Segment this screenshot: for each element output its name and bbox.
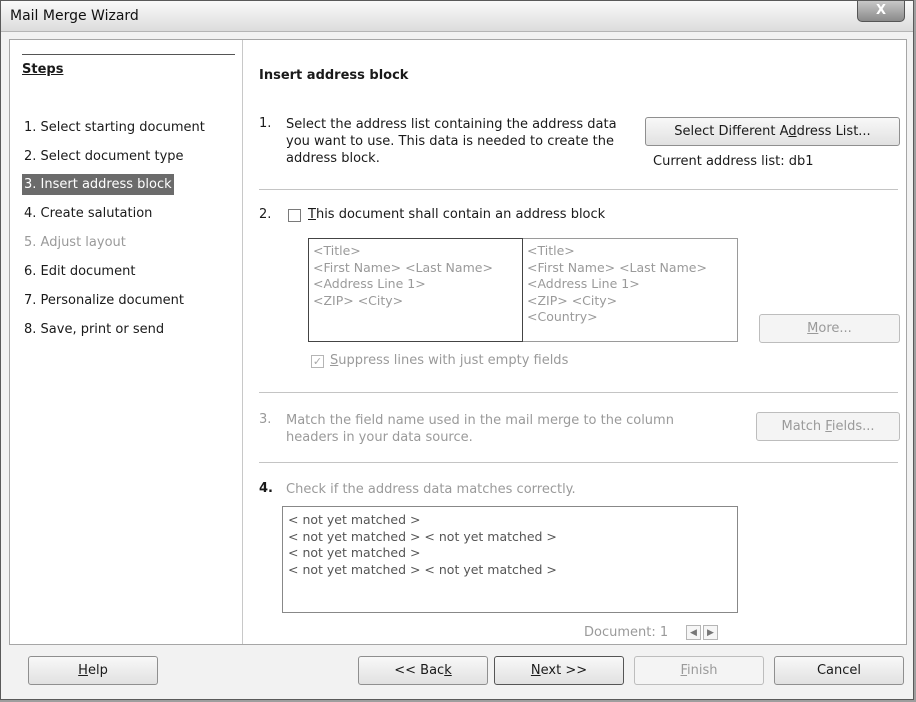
next-document-icon[interactable]: ▶ xyxy=(703,625,718,640)
address-match-preview: < not yet matched > < not yet matched > … xyxy=(282,506,738,613)
steps-heading: Steps xyxy=(22,54,235,80)
preview-line: <ZIP> <City> xyxy=(313,292,404,308)
step-item[interactable]: 3. Insert address block xyxy=(22,174,174,195)
back-button[interactable]: << Back xyxy=(358,656,488,685)
section3-text: Match the field name used in the mail me… xyxy=(286,412,674,446)
title-bar: Mail Merge Wizard X xyxy=(1,1,913,32)
mail-merge-wizard-window: Mail Merge Wizard X Steps 1. Select star… xyxy=(0,0,914,700)
preview-line: <Title> xyxy=(527,243,575,258)
section1-text-line: Select the address list containing the a… xyxy=(286,117,617,132)
step-item: 5. Adjust layout xyxy=(24,235,126,250)
preview-line: <Title> xyxy=(313,243,361,258)
match-line: < not yet matched > < not yet matched > xyxy=(288,528,557,544)
preview-line: <ZIP> <City> xyxy=(527,292,618,308)
address-block-preview-right[interactable]: <Title> <First Name> <Last Name> <Addres… xyxy=(523,238,738,342)
section1-text-line: you want to use. This data is needed to … xyxy=(286,134,614,149)
close-button[interactable]: X xyxy=(857,1,905,22)
address-block-checkbox[interactable] xyxy=(288,209,301,222)
preview-line: <Address Line 1> xyxy=(313,276,426,291)
step-item[interactable]: 1. Select starting document xyxy=(22,117,207,138)
main-panel: Insert address block 1. Select the addre… xyxy=(244,40,906,644)
step-item[interactable]: 6. Edit document xyxy=(22,261,137,282)
section1-number: 1. xyxy=(259,116,272,131)
divider xyxy=(259,189,898,190)
address-block-checkbox-label[interactable]: This document shall contain an address b… xyxy=(308,207,605,222)
section4-number: 4. xyxy=(259,481,273,496)
preview-line: <First Name> <Last Name> xyxy=(313,259,493,275)
help-button[interactable]: Help xyxy=(28,656,158,685)
select-address-list-button[interactable]: Select Different Address List... xyxy=(645,117,900,146)
finish-button[interactable]: Finish xyxy=(634,656,764,685)
step-item[interactable]: 4. Create salutation xyxy=(22,203,154,224)
more-button[interactable]: More... xyxy=(759,314,900,343)
step-item[interactable]: 8. Save, print or send xyxy=(22,319,166,340)
preview-line: <First Name> <Last Name> xyxy=(527,259,707,275)
suppress-empty-checkbox[interactable]: ✓ xyxy=(311,355,324,368)
window-title: Mail Merge Wizard xyxy=(10,8,139,24)
suppress-empty-label[interactable]: Suppress lines with just empty fields xyxy=(330,353,568,368)
address-block-preview-left[interactable]: <Title> <First Name> <Last Name> <Addres… xyxy=(308,238,523,342)
section3-text-line: Match the field name used in the mail me… xyxy=(286,413,674,428)
section2-number: 2. xyxy=(259,207,272,222)
steps-panel: Steps 1. Select starting document 2. Sele… xyxy=(10,40,243,644)
cancel-button[interactable]: Cancel xyxy=(774,656,904,685)
divider xyxy=(259,462,898,463)
page-title: Insert address block xyxy=(259,68,409,83)
current-address-list: Current address list: db1 xyxy=(653,154,814,169)
preview-line: <Address Line 1> xyxy=(527,276,640,291)
wizard-body: Steps 1. Select starting document 2. Sele… xyxy=(9,39,907,645)
step-item[interactable]: 2. Select document type xyxy=(22,146,186,167)
document-counter: Document: 1 xyxy=(584,625,669,640)
section4-text: Check if the address data matches correc… xyxy=(286,482,576,497)
step-item[interactable]: 7. Personalize document xyxy=(22,290,186,311)
match-fields-button[interactable]: Match Fields... xyxy=(756,412,900,441)
section3-number: 3. xyxy=(259,412,272,427)
previous-document-icon[interactable]: ◀ xyxy=(686,625,701,640)
match-line: < not yet matched > xyxy=(288,512,421,527)
match-line: < not yet matched > xyxy=(288,545,421,560)
next-button[interactable]: Next >> xyxy=(494,656,624,685)
preview-line: <Country> xyxy=(527,309,598,324)
section1-text: Select the address list containing the a… xyxy=(286,116,617,167)
section1-text-line: address block. xyxy=(286,151,380,166)
section3-text-line: headers in your data source. xyxy=(286,430,473,445)
divider xyxy=(259,392,898,393)
match-line: < not yet matched > < not yet matched > xyxy=(288,561,557,577)
